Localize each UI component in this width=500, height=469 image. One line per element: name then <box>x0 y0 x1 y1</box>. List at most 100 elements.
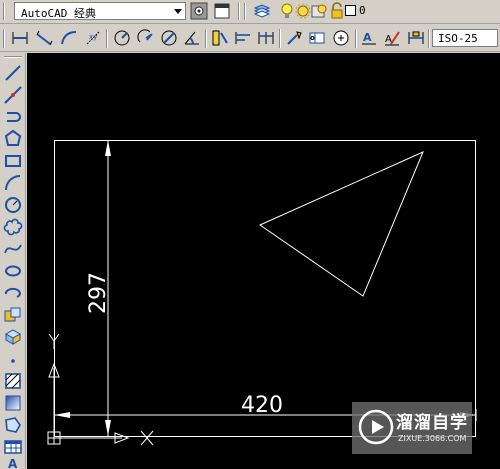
lock-icon <box>331 2 343 19</box>
leader-icon <box>287 31 302 45</box>
vertical-dimension-text[interactable]: 297 <box>86 272 111 314</box>
hatch-tool-button[interactable] <box>3 371 23 391</box>
polygon-tool-button[interactable] <box>3 129 23 149</box>
toolbar-separator <box>355 29 357 48</box>
layers-icon <box>253 4 271 18</box>
construction-line-button[interactable] <box>3 85 23 105</box>
table-tool-button[interactable] <box>3 437 23 457</box>
region-icon <box>5 417 21 433</box>
current-layer-name[interactable]: 0 <box>359 4 366 17</box>
triangle-shape[interactable] <box>258 151 424 297</box>
ucs-icon <box>47 333 154 446</box>
center-mark-icon <box>333 30 349 46</box>
tolerance-button[interactable] <box>308 29 326 47</box>
customize-button[interactable] <box>213 2 231 20</box>
toolbar-separator <box>106 29 108 48</box>
layer-lock-toggle[interactable] <box>328 2 346 20</box>
rectangle-tool-button[interactable] <box>3 151 23 171</box>
center-mark-button[interactable] <box>332 29 350 47</box>
draw-toolbar: A <box>0 53 26 469</box>
line-tool-button[interactable] <box>3 63 23 83</box>
point-icon <box>11 359 15 363</box>
tolerance-icon <box>309 32 325 44</box>
quick-dimension-button[interactable] <box>211 29 229 47</box>
arc-length-icon <box>61 31 77 45</box>
cloud-icon <box>3 218 23 236</box>
workspace-select[interactable]: AutoCAD 经典 <box>14 2 186 20</box>
revision-cloud-button[interactable] <box>3 217 23 237</box>
layer-viewport-freeze-toggle[interactable] <box>310 2 328 20</box>
radius-dimension-button[interactable] <box>113 29 131 47</box>
line-icon <box>5 65 21 81</box>
pencil-icon: A <box>385 31 400 46</box>
multiline-text-button[interactable]: A <box>3 457 23 469</box>
jogged-icon <box>137 29 153 43</box>
horizontal-dimension-text[interactable]: 420 <box>241 393 283 418</box>
gear-icon <box>190 2 208 20</box>
table-icon <box>4 440 22 454</box>
layer-manager-button[interactable] <box>253 2 271 20</box>
ellipse-arc-icon <box>4 287 21 298</box>
linear-dimension-icon <box>12 32 28 44</box>
dimension-update-icon <box>408 31 424 44</box>
continue-icon <box>258 32 274 44</box>
dimension-style-select[interactable]: ISO-25 <box>432 29 498 47</box>
ellipse-icon <box>5 265 21 277</box>
circle-tool-button[interactable] <box>3 195 23 215</box>
insert-block-icon <box>4 307 21 322</box>
ordinate-dimension-button[interactable]: xy <box>84 29 102 47</box>
quick-leader-button[interactable] <box>285 29 303 47</box>
toolbar-grip[interactable] <box>244 3 246 20</box>
diameter-icon <box>161 30 177 46</box>
polygon-icon <box>4 129 22 146</box>
point-tool-button[interactable] <box>3 349 23 369</box>
watermark-url: ZIXUE.3066.COM <box>398 434 467 443</box>
continue-dimension-button[interactable] <box>257 29 275 47</box>
toolbar-separator <box>279 29 281 48</box>
make-block-button[interactable] <box>3 327 23 347</box>
dimension-text-edit-button[interactable]: A <box>383 29 401 47</box>
radius-icon <box>114 30 130 46</box>
gradient-tool-button[interactable] <box>3 393 23 413</box>
quick-dimension-icon <box>212 30 228 46</box>
watermark-title: 溜溜自学 <box>396 413 468 433</box>
svg-text:xy: xy <box>89 33 97 41</box>
svg-text:A: A <box>8 457 18 469</box>
dimension-edit-button[interactable]: A <box>360 29 378 47</box>
toolbar-grip[interactable] <box>3 3 5 20</box>
workspace-select-value: AutoCAD 经典 <box>21 7 96 20</box>
chevron-down-icon[interactable] <box>174 9 182 14</box>
arc-length-button[interactable] <box>60 29 78 47</box>
spline-tool-button[interactable] <box>3 239 23 259</box>
angular-dimension-button[interactable] <box>183 29 201 47</box>
rectangle-icon <box>5 155 21 167</box>
polyline-icon <box>7 112 21 122</box>
aligned-dimension-button[interactable] <box>35 29 53 47</box>
region-tool-button[interactable] <box>3 415 23 435</box>
play-logo-icon <box>358 409 394 445</box>
toolbar-grip[interactable] <box>4 56 22 58</box>
diameter-dimension-button[interactable] <box>160 29 178 47</box>
text-icon: A <box>8 457 18 469</box>
gradient-icon <box>5 395 21 411</box>
workspace-settings-button[interactable] <box>190 2 208 20</box>
dimension-update-button[interactable] <box>407 29 425 47</box>
baseline-dimension-button[interactable] <box>234 29 252 47</box>
dimension-toolbar: xy A A ISO-25 <box>0 25 500 52</box>
circle-icon <box>5 197 21 213</box>
ellipse-tool-button[interactable] <box>3 261 23 281</box>
layer-color-swatch[interactable] <box>345 5 356 16</box>
polyline-tool-button[interactable] <box>3 107 23 127</box>
toolbar-grip[interactable] <box>3 29 5 48</box>
arc-tool-button[interactable] <box>3 173 23 193</box>
angular-icon <box>184 31 199 45</box>
linear-dimension-button[interactable] <box>11 29 29 47</box>
jogged-dimension-button[interactable] <box>137 29 155 47</box>
toolbar-separator <box>205 29 207 48</box>
ellipse-arc-button[interactable] <box>3 283 23 303</box>
svg-text:A: A <box>363 31 372 44</box>
insert-block-button[interactable] <box>3 305 23 325</box>
watermark: 溜溜自学 ZIXUE.3066.COM <box>352 402 472 454</box>
toolbar-separator <box>238 3 240 20</box>
baseline-icon <box>235 32 250 44</box>
